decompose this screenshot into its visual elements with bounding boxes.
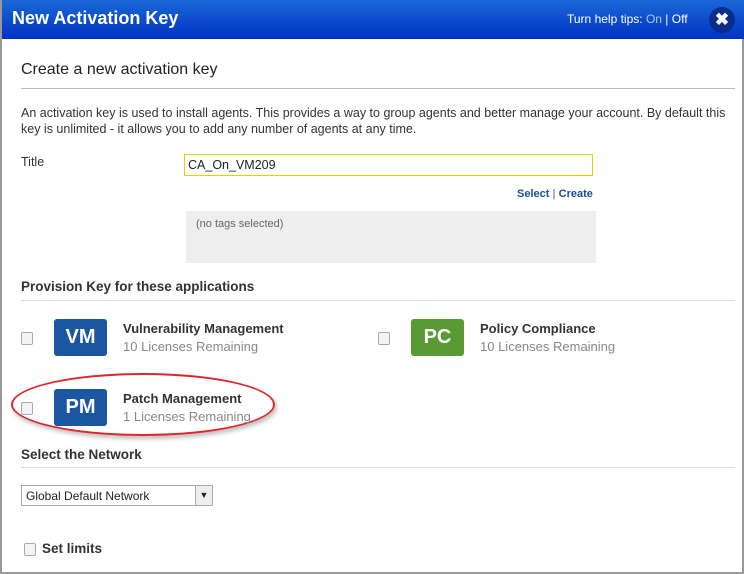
dialog-title: New Activation Key: [12, 8, 179, 28]
title-label: Title: [21, 155, 45, 169]
tags-box[interactable]: (no tags selected): [186, 211, 596, 263]
divider: [21, 88, 735, 89]
app-name: Policy Compliance: [480, 321, 596, 336]
set-limits-label: Set limits: [42, 541, 103, 556]
help-tips-toggle: Turn help tips: On | Off: [567, 12, 688, 26]
app-licenses: 10 Licenses Remaining: [480, 339, 616, 354]
create-tag-link[interactable]: Create: [559, 188, 593, 200]
set-limits-checkbox[interactable]: [24, 543, 36, 556]
app-name: Patch Management: [123, 391, 242, 406]
description: An activation key is used to install age…: [21, 106, 726, 136]
section-subtitle: Create a new activation key: [21, 61, 218, 78]
vm-checkbox[interactable]: [21, 332, 33, 345]
app-name: Vulnerability Management: [123, 321, 284, 336]
network-selected-value: Global Default Network: [26, 489, 150, 503]
divider: [21, 467, 735, 468]
divider: [21, 300, 735, 301]
separator: |: [552, 188, 556, 200]
app-licenses: 10 Licenses Remaining: [123, 339, 259, 354]
dialog-header: New Activation Key Turn help tips: On | …: [2, 0, 744, 39]
pc-badge: PC: [411, 319, 464, 356]
help-tips-label: Turn help tips:: [567, 12, 643, 26]
title-input[interactable]: CA_On_VM209: [184, 154, 593, 176]
network-select[interactable]: Global Default Network ▼: [21, 485, 213, 506]
pc-checkbox[interactable]: [378, 332, 390, 345]
help-off-link[interactable]: Off: [672, 12, 688, 26]
tag-links: Select | Create: [517, 188, 593, 200]
pm-checkbox[interactable]: [21, 402, 33, 415]
close-icon[interactable]: ✖: [709, 7, 735, 33]
chevron-down-icon[interactable]: ▼: [195, 486, 212, 505]
network-heading: Select the Network: [21, 447, 142, 462]
select-tags-link[interactable]: Select: [517, 188, 549, 200]
pm-badge: PM: [54, 389, 107, 426]
separator: |: [665, 12, 669, 26]
help-on-link[interactable]: On: [646, 12, 662, 26]
activation-key-dialog: New Activation Key Turn help tips: On | …: [0, 0, 744, 574]
vm-badge: VM: [54, 319, 107, 356]
app-licenses: 1 Licenses Remaining: [123, 409, 251, 424]
provision-heading: Provision Key for these applications: [21, 279, 255, 294]
